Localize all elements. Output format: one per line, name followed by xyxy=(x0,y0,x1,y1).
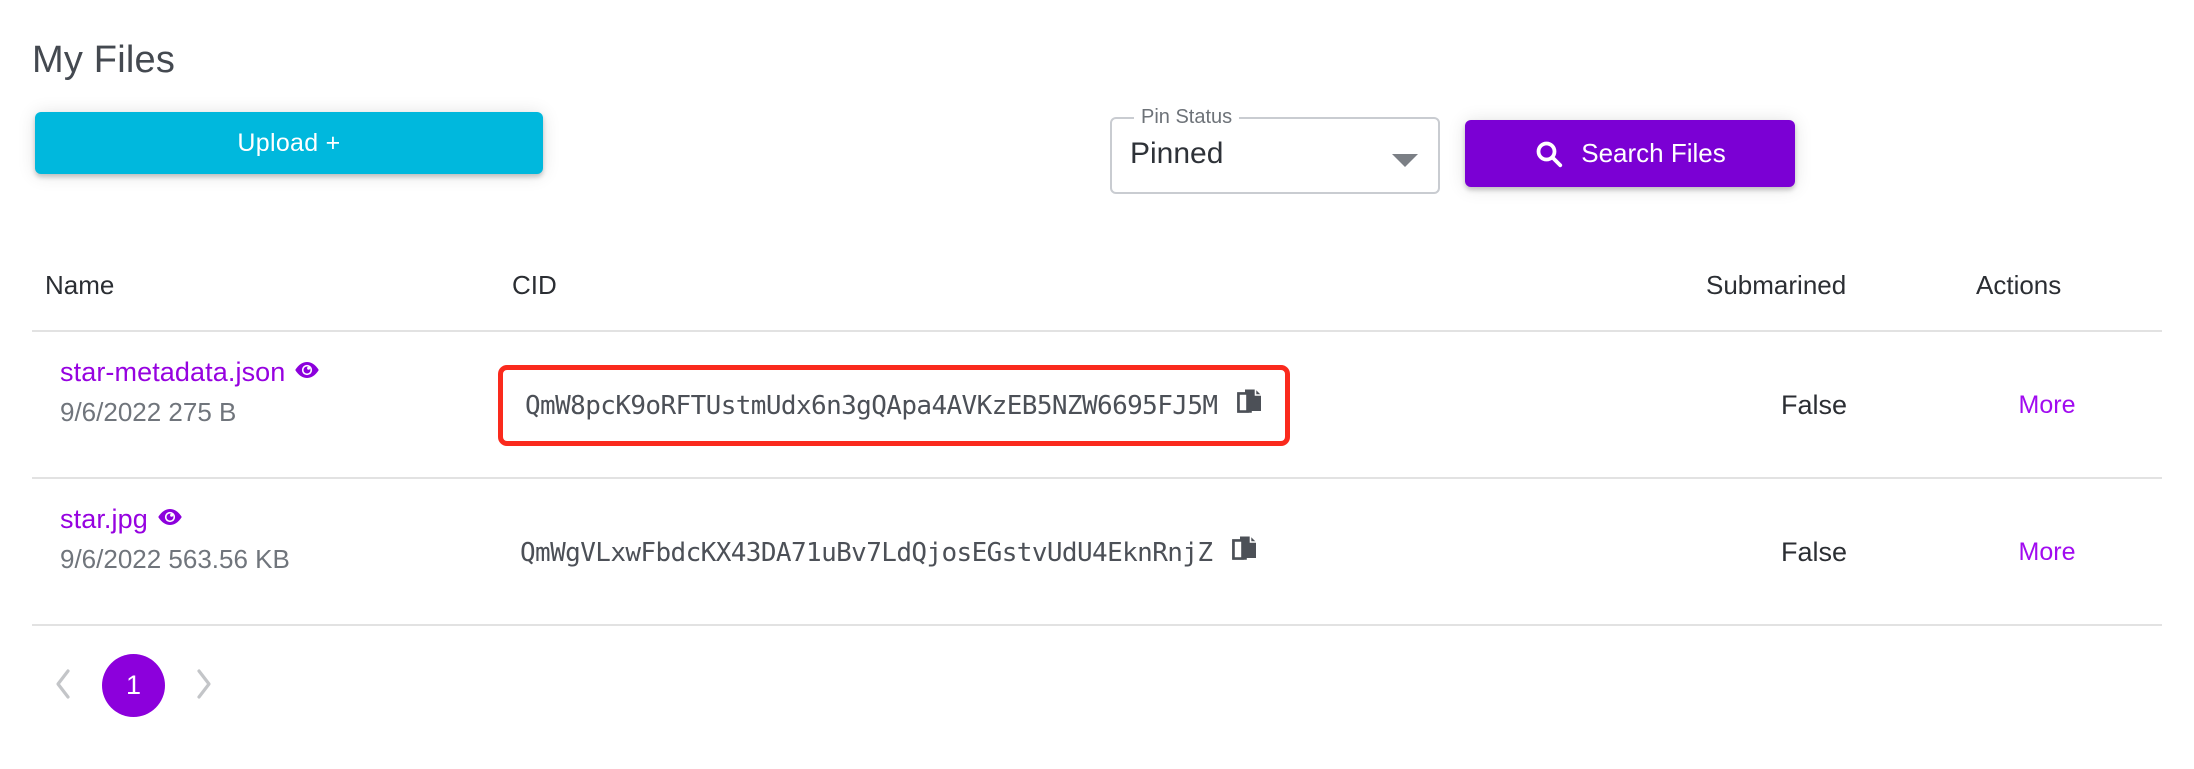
cid-value: QmW8pcK9oRFTUstmUdx6n3gQApa4AVKzEB5NZW66… xyxy=(525,390,1218,421)
table-header-row: Name CID Submarined Actions xyxy=(32,246,2162,332)
search-files-button[interactable]: Search Files xyxy=(1465,120,1795,187)
pin-status-select[interactable]: Pin Status Pinned xyxy=(1110,104,1440,194)
submarined-value: False xyxy=(1780,390,1848,420)
next-page-button[interactable] xyxy=(173,655,235,717)
pagination: 1 xyxy=(32,654,235,717)
previous-page-button[interactable] xyxy=(32,655,94,717)
actions-cell: More xyxy=(1932,332,2162,479)
cid-cell: QmWgVLxwFbdcKX43DA71uBv7LdQjosEGstvUdU4E… xyxy=(498,479,1280,626)
page-title: My Files xyxy=(32,39,176,82)
cid-cell: QmW8pcK9oRFTUstmUdx6n3gQApa4AVKzEB5NZW66… xyxy=(498,332,1291,479)
chevron-right-icon xyxy=(193,667,215,704)
cid-value: QmWgVLxwFbdcKX43DA71uBv7LdQjosEGstvUdU4E… xyxy=(520,537,1213,568)
search-icon xyxy=(1534,139,1564,169)
table-row: star.jpg 9/6/2022 563.56 KB QmWgVLxwFbdc… xyxy=(32,479,2162,626)
column-header-submarined: Submarined xyxy=(1706,270,1847,300)
upload-button[interactable]: Upload + xyxy=(35,112,543,174)
submarined-value: False xyxy=(1780,537,1848,567)
column-header-cid: CID xyxy=(512,270,557,300)
file-name-link[interactable]: star-metadata.json xyxy=(60,357,285,388)
pin-status-label: Pin Status xyxy=(1134,104,1240,130)
table-row: star-metadata.json 9/6/2022 275 B QmW8pc… xyxy=(32,332,2162,479)
column-header-actions: Actions xyxy=(1976,270,2062,300)
page-1-button[interactable]: 1 xyxy=(102,654,165,717)
search-files-label: Search Files xyxy=(1581,138,1726,168)
eye-icon[interactable] xyxy=(157,508,183,531)
chevron-down-icon[interactable] xyxy=(1392,154,1418,167)
toolbar: Upload + Pin Status Pinned Search Files xyxy=(0,104,2194,194)
copy-icon[interactable] xyxy=(1237,388,1263,423)
eye-icon[interactable] xyxy=(294,361,320,384)
column-header-name: Name xyxy=(45,270,115,300)
more-button[interactable]: More xyxy=(2019,538,2076,567)
more-button[interactable]: More xyxy=(2019,391,2076,420)
chevron-left-icon xyxy=(52,667,74,704)
files-table: Name CID Submarined Actions star-metadat… xyxy=(32,246,2162,626)
file-name-cell: star.jpg 9/6/2022 563.56 KB xyxy=(60,504,490,575)
file-name-cell: star-metadata.json 9/6/2022 275 B xyxy=(60,357,490,428)
cid-wrapper: QmWgVLxwFbdcKX43DA71uBv7LdQjosEGstvUdU4E… xyxy=(498,517,1280,588)
file-name-link[interactable]: star.jpg xyxy=(60,504,148,535)
my-files-page: My Files Upload + Pin Status Pinned Sear… xyxy=(0,0,2194,769)
copy-icon[interactable] xyxy=(1232,535,1258,570)
cid-highlight-box: QmW8pcK9oRFTUstmUdx6n3gQApa4AVKzEB5NZW66… xyxy=(498,365,1291,446)
pin-status-value: Pinned xyxy=(1130,137,1224,170)
file-meta: 9/6/2022 275 B xyxy=(60,397,237,427)
actions-cell: More xyxy=(1932,479,2162,626)
file-meta: 9/6/2022 563.56 KB xyxy=(60,544,290,574)
